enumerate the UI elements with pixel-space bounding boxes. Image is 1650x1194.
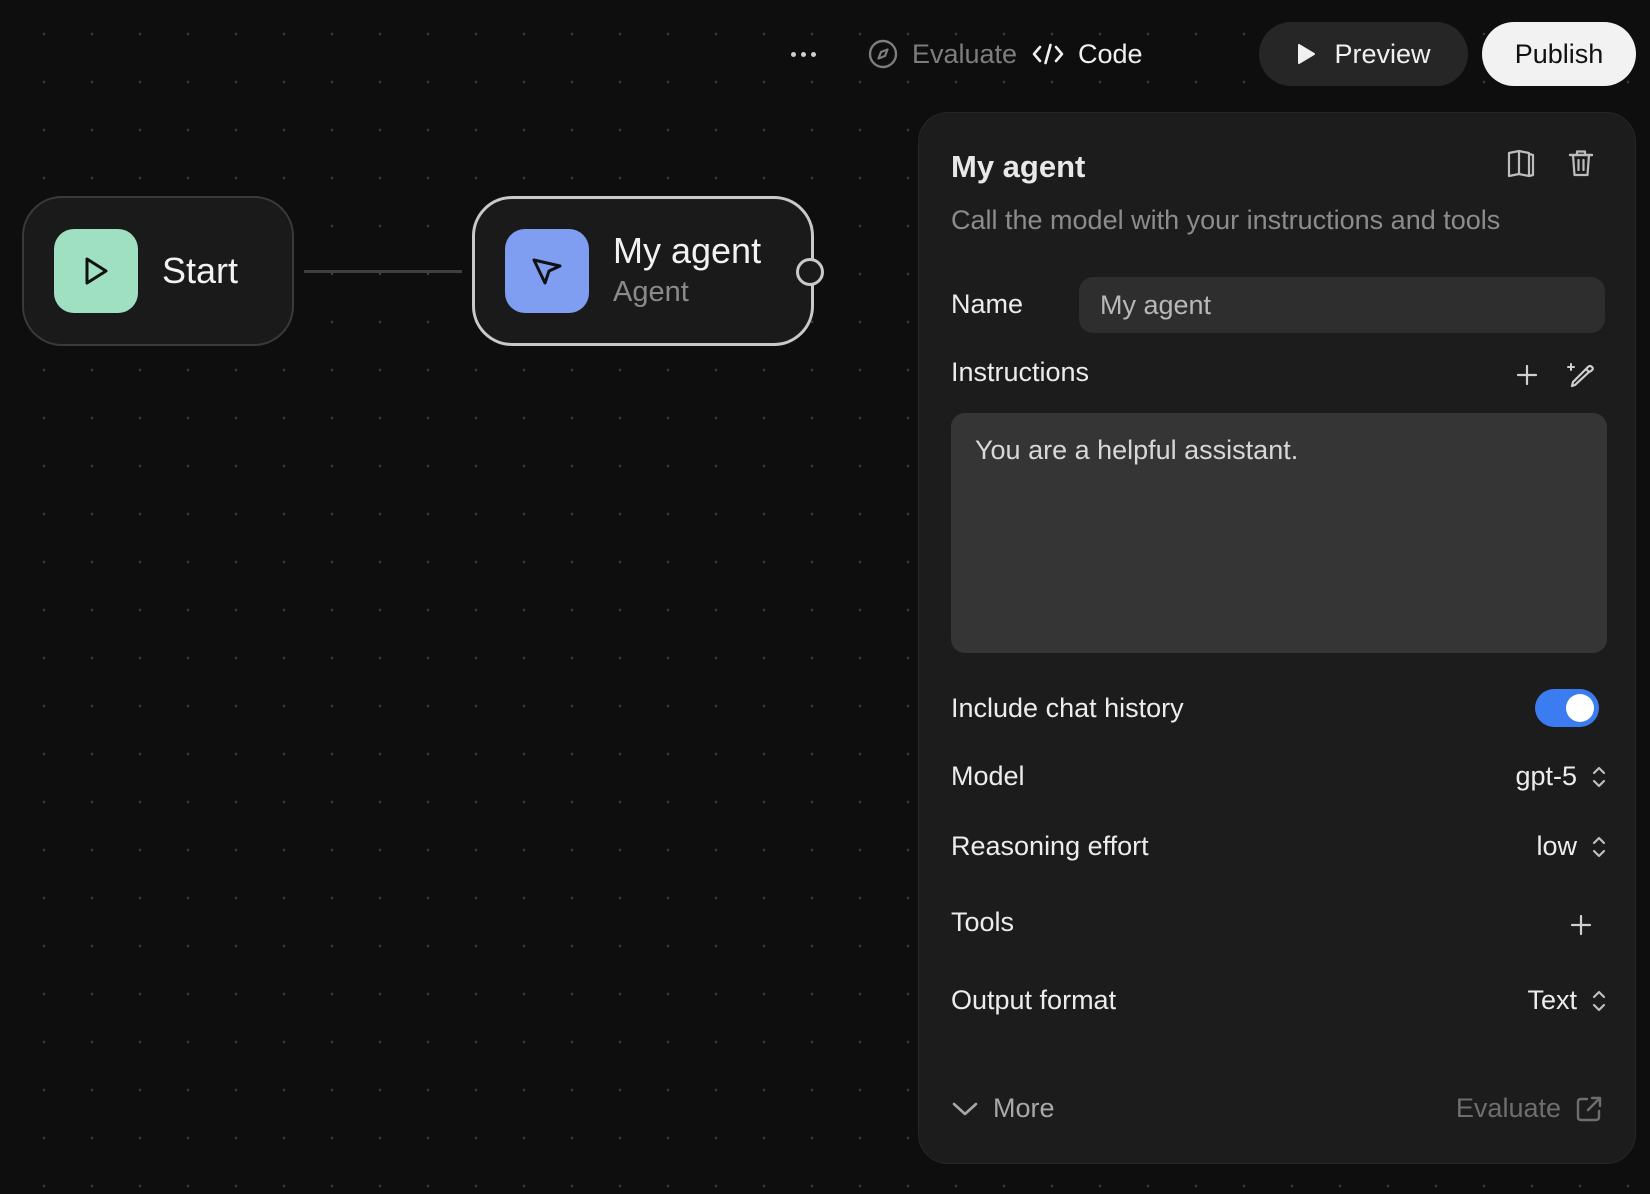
model-select[interactable]: gpt-5 (1515, 761, 1607, 792)
evaluate-button[interactable]: Evaluate (868, 22, 1017, 86)
chat-history-label: Include chat history (951, 693, 1184, 723)
chevron-up-down-icon (1592, 836, 1606, 857)
play-icon (1298, 44, 1316, 64)
add-tool-plus-icon[interactable] (1559, 903, 1603, 947)
code-icon (1032, 43, 1064, 65)
more-horizontal-icon[interactable] (781, 32, 825, 76)
chevron-up-down-icon (1592, 766, 1606, 787)
external-link-icon (1576, 1096, 1602, 1121)
preview-label: Preview (1334, 38, 1431, 69)
magic-pencil-icon[interactable] (1559, 353, 1603, 397)
edge-connector (304, 270, 462, 273)
compass-icon (868, 39, 898, 69)
code-button[interactable]: Code (1032, 22, 1143, 86)
agent-output-handle[interactable] (796, 258, 824, 286)
model-label: Model (951, 761, 1025, 791)
agent-node[interactable]: My agent Agent (472, 196, 814, 346)
tools-label: Tools (951, 907, 1015, 937)
code-label: Code (1078, 38, 1143, 69)
preview-button[interactable]: Preview (1259, 22, 1468, 86)
play-icon (85, 257, 108, 285)
output-format-label: Output format (951, 985, 1117, 1015)
publish-button[interactable]: Publish (1482, 22, 1636, 86)
agent-node-subtitle: Agent (613, 276, 689, 308)
evaluate-external-link[interactable]: Evaluate (1456, 1093, 1603, 1124)
chevron-up-down-icon (1592, 990, 1606, 1011)
add-variable-plus-icon[interactable] (1505, 353, 1549, 397)
reasoning-effort-label: Reasoning effort (951, 831, 1149, 861)
panel-description: Call the model with your instructions an… (951, 205, 1501, 235)
panel-title: My agent (951, 149, 1086, 184)
instructions-textarea[interactable]: You are a helpful assistant. (951, 413, 1607, 653)
start-node-icon-tile (54, 229, 138, 313)
agent-node-title: My agent (613, 230, 762, 271)
reasoning-effort-value: low (1536, 831, 1577, 861)
model-value: gpt-5 (1515, 761, 1577, 791)
output-format-select[interactable]: Text (1527, 985, 1607, 1016)
node-inspector-panel: My agent Call the model with your instru… (918, 112, 1636, 1164)
more-label: More (993, 1093, 1055, 1123)
evaluate-label: Evaluate (912, 38, 1018, 69)
chevron-down-icon (952, 1102, 978, 1115)
instructions-label: Instructions (951, 357, 1090, 387)
chat-history-toggle[interactable] (1535, 689, 1599, 727)
evaluate-link-label: Evaluate (1455, 1093, 1561, 1123)
start-node[interactable]: Start (22, 196, 294, 346)
toggle-knob (1566, 694, 1594, 722)
trash-icon[interactable] (1559, 141, 1603, 185)
start-node-title: Start (162, 250, 239, 291)
agent-node-icon-tile (505, 229, 589, 313)
name-input[interactable]: My agent (1079, 277, 1605, 333)
cursor-arrow-icon (532, 258, 562, 285)
book-icon[interactable] (1499, 141, 1543, 185)
output-format-value: Text (1527, 985, 1577, 1015)
name-label: Name (951, 289, 1024, 319)
reasoning-effort-select[interactable]: low (1536, 831, 1607, 862)
more-expander[interactable]: More (951, 1093, 1055, 1124)
